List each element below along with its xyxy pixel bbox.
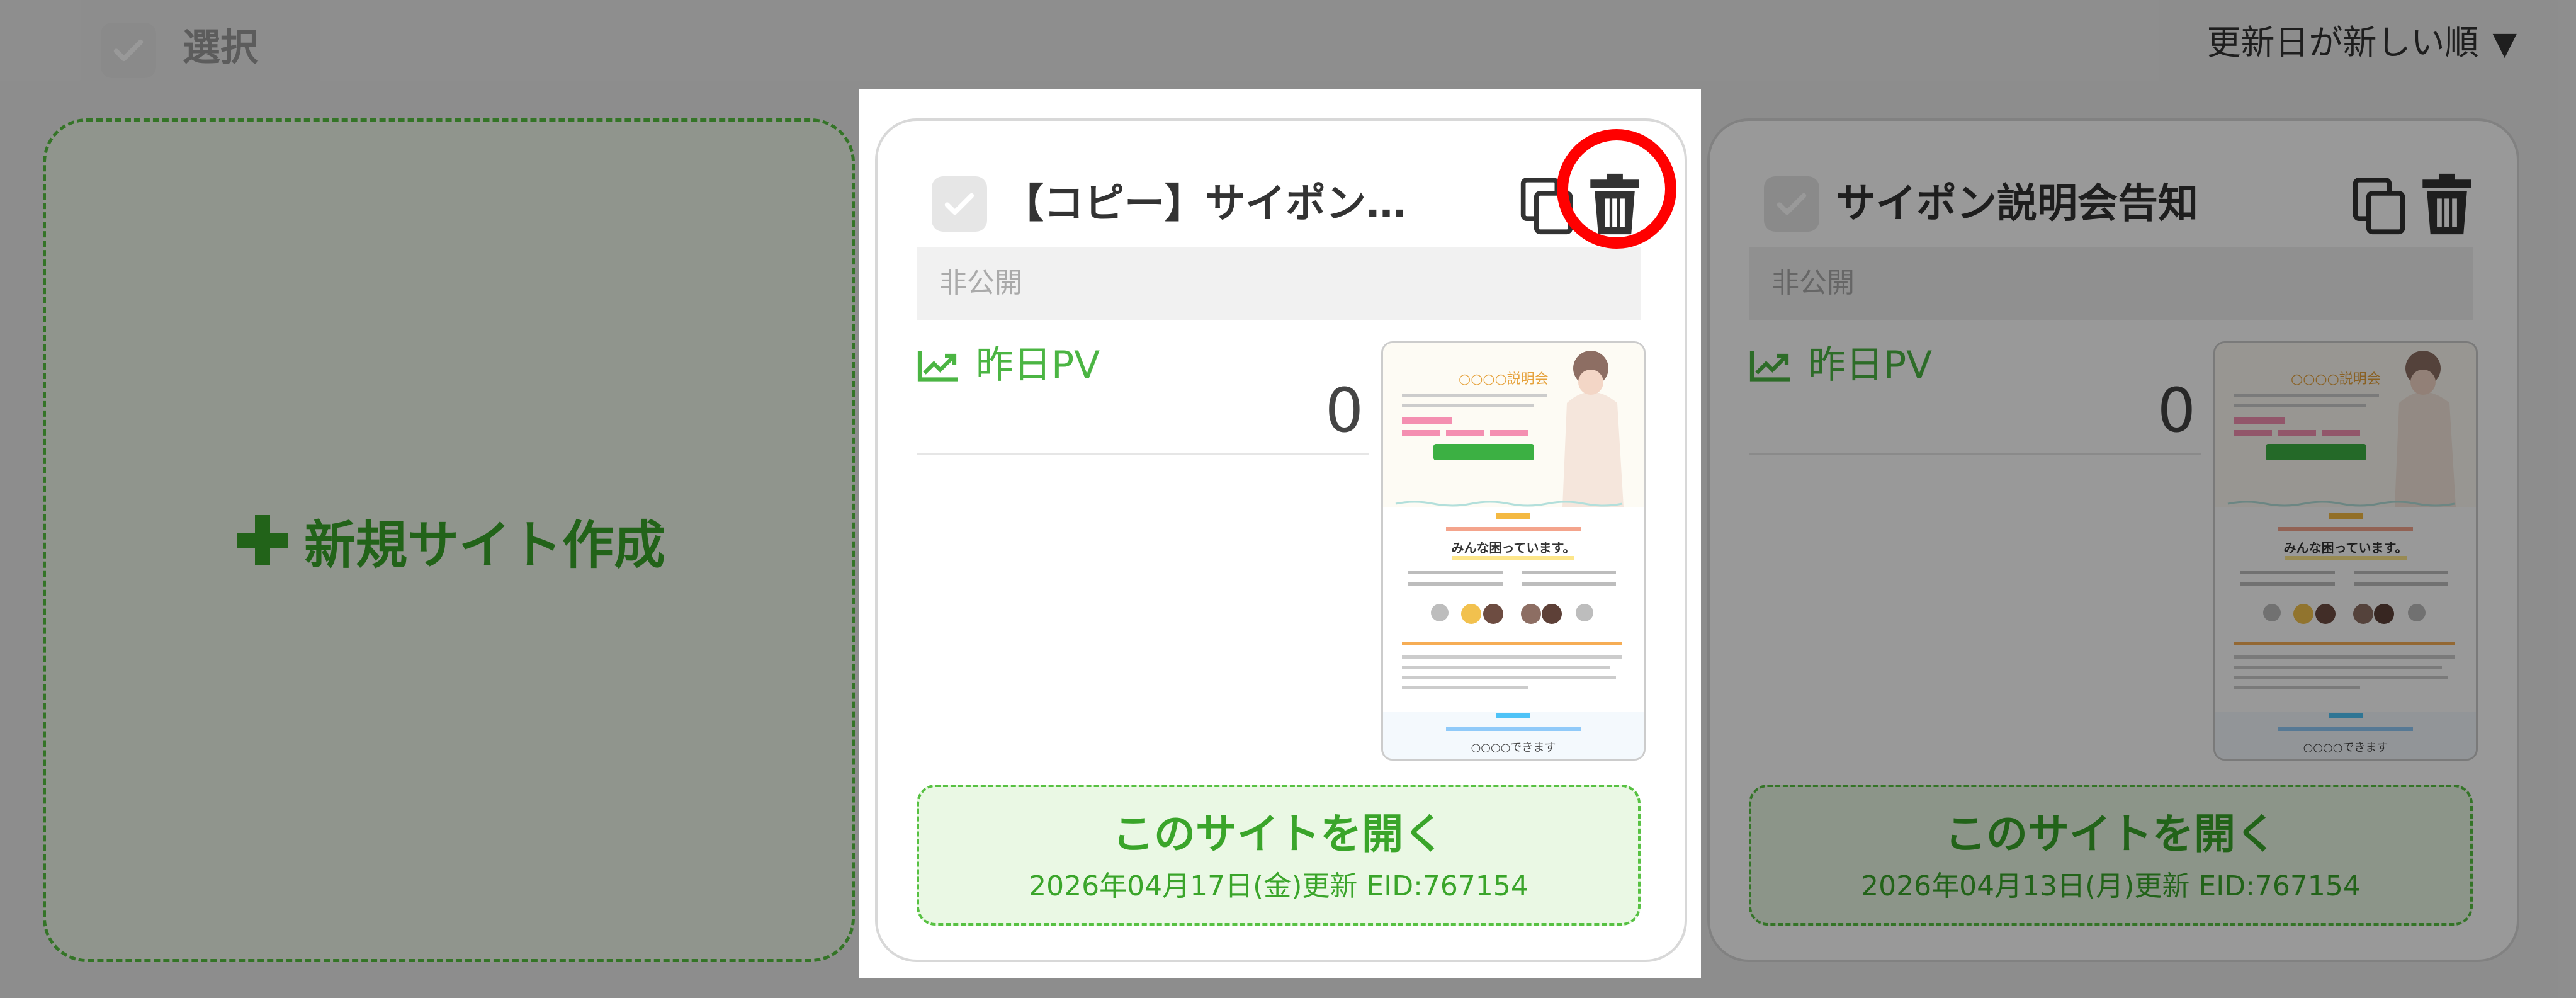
thumbnail-preview: ○○○○説明会 みんな困っています。 ○○○○できます (2215, 343, 2476, 759)
sort-order-label: 更新日が新しい順 (2206, 23, 2479, 62)
thumb-problem-heading: みんな困っています。 (2284, 540, 2408, 555)
checkmark-icon (113, 39, 144, 62)
pv-label: 昨日PV (917, 334, 1100, 397)
thumb-event-title: ○○○○説明会 (2291, 371, 2381, 387)
pv-label: 昨日PV (1749, 334, 1932, 397)
trash-icon[interactable] (1588, 171, 1642, 237)
plus-icon (237, 515, 288, 565)
select-all-checkbox[interactable] (101, 23, 156, 78)
checkmark-icon (1777, 193, 1807, 215)
thumbnail-preview: ○○○○説明会 みんな困っています。 ○○○○できます (1383, 343, 1644, 759)
site-thumbnail[interactable]: ○○○○説明会 みんな困っています。 ○○○○できます (1381, 341, 1646, 761)
open-site-label: このサイトを開く (1945, 810, 2277, 858)
select-all-label: 選択 (183, 26, 258, 70)
trash-icon[interactable] (2420, 171, 2474, 237)
trend-chart-icon (1749, 351, 1790, 382)
thumb-event-title: ○○○○説明会 (1459, 371, 1549, 387)
copy-icon[interactable] (2351, 175, 2409, 238)
open-site-button[interactable]: このサイトを開く 2026年04月13日(月)更新 EID:767154 (1749, 785, 2473, 926)
new-site-label: 新規サイト作成 (303, 515, 665, 576)
publish-status: 非公開 (1749, 247, 2473, 320)
sort-order-dropdown[interactable]: 更新日が新しい順 ▼ (2207, 18, 2517, 69)
site-card: サイポン説明会告知 非公開 昨日PV 0 ○○○○説明会 みんな困っています。 (1707, 118, 2519, 962)
site-select-checkbox[interactable] (1764, 176, 1819, 232)
divider (917, 453, 1369, 455)
divider (1749, 453, 2201, 455)
site-thumbnail[interactable]: ○○○○説明会 みんな困っています。 ○○○○できます (2213, 341, 2478, 761)
pv-value: 0 (2157, 375, 2196, 446)
site-title: 【コピー】サイポン説明… (1003, 181, 1406, 227)
site-card: 【コピー】サイポン説明… 非公開 昨日PV 0 ○○○○説明会 みんな困っていま… (875, 118, 1687, 962)
updated-info: 2026年04月17日(金)更新 EID:767154 (1029, 870, 1528, 902)
open-site-button[interactable]: このサイトを開く 2026年04月17日(金)更新 EID:767154 (917, 785, 1641, 926)
site-select-checkbox[interactable] (932, 176, 987, 232)
checkmark-icon (944, 193, 974, 215)
new-site-button[interactable]: 新規サイト作成 (43, 118, 855, 962)
pv-value: 0 (1325, 375, 1364, 446)
thumb-footer-text: ○○○○できます (2303, 741, 2388, 754)
open-site-label: このサイトを開く (1112, 810, 1445, 858)
updated-info: 2026年04月13日(月)更新 EID:767154 (1861, 870, 2361, 902)
thumb-footer-text: ○○○○できます (1471, 741, 1556, 754)
site-title: サイポン説明会告知 (1836, 181, 2198, 227)
publish-status: 非公開 (917, 247, 1641, 320)
dropdown-arrow-icon: ▼ (2492, 25, 2517, 62)
copy-icon[interactable] (1518, 175, 1576, 238)
trend-chart-icon (917, 351, 958, 382)
thumb-problem-heading: みんな困っています。 (1452, 540, 1576, 555)
